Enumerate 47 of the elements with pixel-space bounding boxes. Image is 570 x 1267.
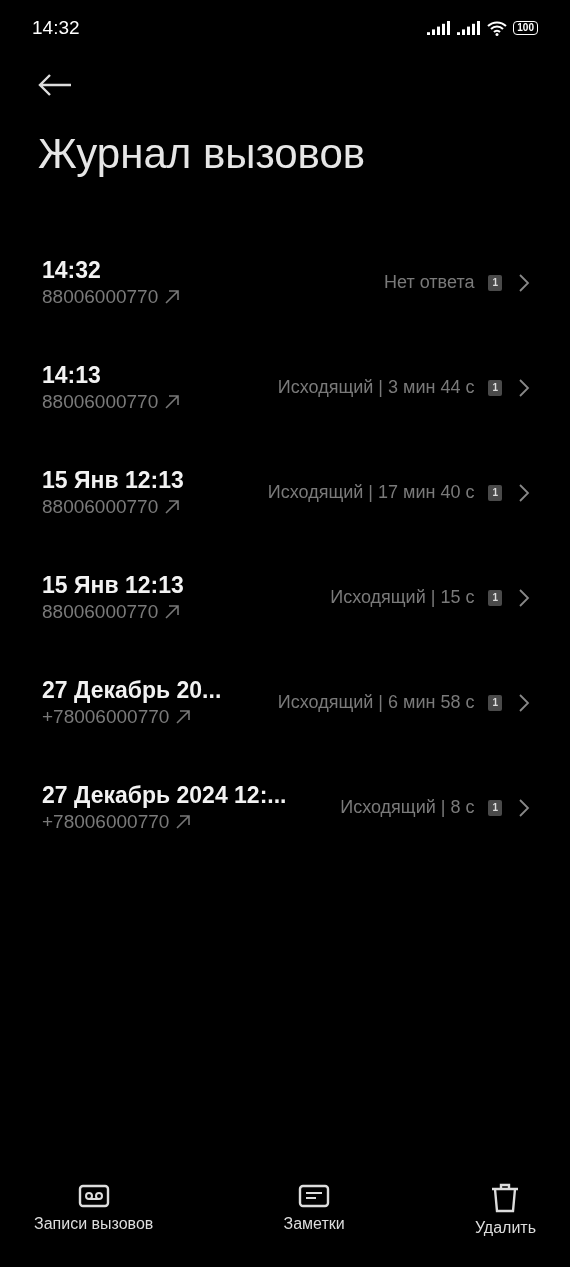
battery-indicator: 100 — [513, 21, 538, 35]
phone-number: +78006000770 — [42, 810, 170, 834]
signal-icon — [427, 21, 452, 35]
call-entry[interactable]: 27 Декабрь 20... +78006000770 Исходящий | 6 мин 58 с 1 — [0, 650, 570, 755]
call-entry[interactable]: 14:13 88006000770 Исходящий | 3 мин 44 с 1 — [0, 335, 570, 440]
call-status: Исходящий | 17 мин 40 с — [267, 482, 475, 503]
chevron-icon — [518, 377, 530, 398]
call-entry[interactable]: 15 Янв 12:13 88006000770 Исходящий | 15 с 1 — [0, 545, 570, 650]
call-time: 14:32 — [42, 256, 102, 285]
phone-number: 88006000770 — [42, 600, 159, 624]
sim-badge: 1 — [488, 799, 502, 816]
call-status: Исходящий | 3 мин 44 с — [277, 377, 475, 398]
page-title: Журнал вызовов — [38, 129, 367, 179]
wifi-icon — [487, 20, 508, 36]
chevron-icon — [518, 692, 530, 713]
chevron-icon — [518, 482, 530, 503]
signal-icon — [457, 21, 482, 35]
call-entry[interactable]: 14:32 88006000770 Нет ответа 1 — [0, 230, 570, 335]
chevron-icon — [518, 587, 530, 608]
sim-badge: 1 — [488, 484, 502, 501]
call-time: 14:13 — [42, 361, 102, 390]
recordings-button[interactable]: Записи вызовов — [30, 1183, 158, 1237]
phone-number: +78006000770 — [42, 705, 170, 729]
phone-number: 88006000770 — [42, 495, 159, 519]
note-icon — [298, 1183, 331, 1209]
call-status: Нет ответа — [384, 272, 475, 293]
call-status: Исходящий | 15 с — [330, 587, 475, 608]
delete-button[interactable]: Удалить — [470, 1183, 540, 1237]
chevron-icon — [518, 797, 530, 818]
call-status: Исходящий | 6 мин 58 с — [277, 692, 475, 713]
cassette-icon — [77, 1183, 110, 1209]
call-entry[interactable]: 27 Декабрь 2024 12:... +78006000770 Исходящий | 8 с 1 — [0, 755, 570, 860]
call-time: 15 Янв 12:13 — [42, 466, 184, 495]
call-time: 27 Декабрь 20... — [42, 676, 222, 705]
call-entry[interactable]: 15 Янв 12:13 88006000770 Исходящий | 17 мин 40 с 1 — [0, 440, 570, 545]
sim-badge: 1 — [488, 274, 502, 291]
sim-badge: 1 — [488, 379, 502, 396]
call-time: 15 Янв 12:13 — [42, 571, 184, 600]
phone-number: 88006000770 — [42, 390, 159, 414]
sim-badge: 1 — [488, 694, 502, 711]
chevron-icon — [518, 272, 530, 293]
notes-button[interactable]: Заметки — [279, 1183, 349, 1237]
call-status: Исходящий | 8 с — [340, 797, 475, 818]
sim-badge: 1 — [488, 589, 502, 606]
status-time: 14:32 — [32, 17, 80, 39]
call-time: 27 Декабрь 2024 12:... — [42, 781, 287, 810]
phone-number: 88006000770 — [42, 285, 159, 309]
